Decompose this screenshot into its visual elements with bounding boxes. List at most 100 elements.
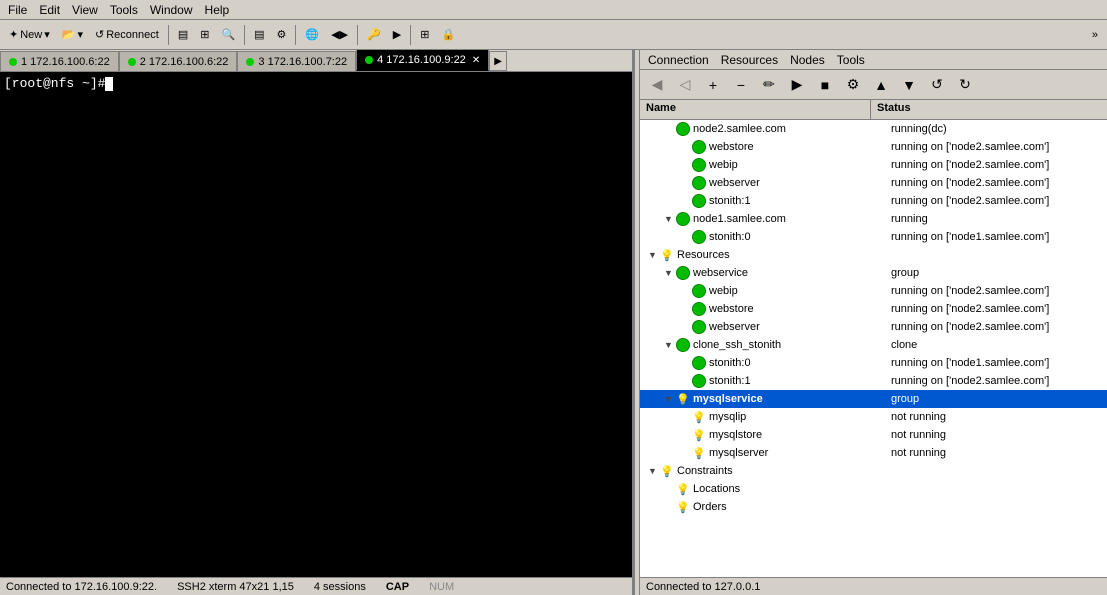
expand-arrow-icon[interactable]: ▼ [664, 394, 676, 404]
tab-label-4: 4 172.16.100.9:22 [377, 54, 466, 66]
green-circle-icon [692, 284, 706, 298]
tb-btn10[interactable]: ⊞ [415, 23, 434, 47]
green-circle-icon [676, 212, 690, 226]
tree-row[interactable]: 💡mysqlipnot running [640, 408, 1107, 426]
tree-row[interactable]: stonith:1running on ['node2.samlee.com'] [640, 192, 1107, 210]
tree-row[interactable]: ▼💡mysqlservicegroup [640, 390, 1107, 408]
tree-item-status: running on ['node2.samlee.com'] [887, 195, 1107, 207]
tb-btn5[interactable]: ⚙ [272, 23, 292, 47]
start-button[interactable]: ▶ [784, 73, 810, 97]
tree-item-status: running [887, 213, 1107, 225]
reconnect-button[interactable]: ↺ Reconnect [90, 23, 164, 47]
tb-btn8[interactable]: 🔑 [362, 23, 386, 47]
tree-header: Name Status [640, 100, 1107, 120]
tree-row[interactable]: 💡Orders [640, 498, 1107, 516]
green-circle-icon [692, 356, 706, 370]
add-button[interactable]: + [700, 73, 726, 97]
tree-item-name: webserver [709, 177, 760, 189]
tree-item-name: stonith:0 [709, 357, 751, 369]
tree-row[interactable]: webiprunning on ['node2.samlee.com'] [640, 282, 1107, 300]
green-circle-icon [692, 176, 706, 190]
new-button[interactable]: ✦ New ▾ [4, 23, 55, 47]
refresh2-button[interactable]: ↻ [952, 73, 978, 97]
expand-arrow-icon[interactable]: ▼ [664, 268, 676, 278]
action-button[interactable]: ⚙ [840, 73, 866, 97]
tree-row[interactable]: 💡Locations [640, 480, 1107, 498]
expand-arrow-icon[interactable]: ▼ [648, 250, 660, 260]
col-name: Name [640, 100, 871, 119]
tree-container[interactable]: node2.samlee.comrunning(dc)webstorerunni… [640, 120, 1107, 577]
terminal-prompt-line: [root@nfs ~]# [4, 76, 628, 91]
tree-row[interactable]: webserverrunning on ['node2.samlee.com'] [640, 318, 1107, 336]
tree-row[interactable]: ▼💡Resources [640, 246, 1107, 264]
tree-row[interactable]: stonith:0 running on ['node1.samlee.com'] [640, 354, 1107, 372]
menu-file[interactable]: File [2, 1, 33, 19]
separator4 [357, 25, 358, 45]
tb-btn9[interactable]: ▶ [388, 23, 406, 47]
tree-row[interactable]: ▼node1.samlee.comrunning [640, 210, 1107, 228]
cluster-menu-nodes[interactable]: Nodes [784, 51, 831, 69]
open-button[interactable]: 📂 ▾ [57, 23, 88, 47]
cluster-menu-tools[interactable]: Tools [831, 51, 871, 69]
menu-view[interactable]: View [66, 1, 104, 19]
lightbulb-icon: 💡 [660, 248, 674, 262]
tb-icon7: ◀▶ [331, 28, 348, 41]
ssh-info: SSH2 xterm 47x21 1,15 [177, 581, 294, 593]
edit-button[interactable]: ✏ [756, 73, 782, 97]
tb-btn4[interactable]: ▤ [249, 23, 269, 47]
tree-row[interactable]: ▼clone_ssh_stonithclone [640, 336, 1107, 354]
tree-row[interactable]: ▼webservicegroup [640, 264, 1107, 282]
remove-button[interactable]: − [728, 73, 754, 97]
menu-window[interactable]: Window [144, 1, 199, 19]
tab-2[interactable]: 2 172.16.100.6:22 [119, 51, 238, 71]
back-button[interactable]: ◀ [644, 73, 670, 97]
menu-help[interactable]: Help [199, 1, 236, 19]
tb-btn3[interactable]: 🔍 [216, 23, 240, 47]
tree-row[interactable]: webstorerunning on ['node2.samlee.com'] [640, 300, 1107, 318]
lightbulb-icon: 💡 [692, 410, 706, 424]
folder-icon: 📂 [62, 28, 76, 41]
tree-row[interactable]: 💡mysqlstorenot running [640, 426, 1107, 444]
tree-item-name: Orders [693, 501, 727, 513]
lightbulb-icon: 💡 [660, 464, 674, 478]
tree-row[interactable]: webserverrunning on ['node2.samlee.com'] [640, 174, 1107, 192]
tree-item-name: stonith:0 [709, 231, 751, 243]
back-icon: ◀ [652, 76, 663, 93]
cluster-menu-resources[interactable]: Resources [715, 51, 784, 69]
tree-row[interactable]: webiprunning on ['node2.samlee.com'] [640, 156, 1107, 174]
menu-edit[interactable]: Edit [33, 1, 66, 19]
green-circle-icon [692, 320, 706, 334]
tb-btn2[interactable]: ⊞ [195, 23, 214, 47]
prev-button[interactable]: ◁ [672, 73, 698, 97]
tree-row[interactable]: node2.samlee.comrunning(dc) [640, 120, 1107, 138]
expand-arrow-icon[interactable]: ▼ [664, 214, 676, 224]
tree-row[interactable]: stonith:1running on ['node2.samlee.com'] [640, 372, 1107, 390]
tab-scroll-right[interactable]: ▶ [489, 51, 507, 71]
tab-1[interactable]: 1 172.16.100.6:22 [0, 51, 119, 71]
tb-btn7[interactable]: ◀▶ [326, 23, 353, 47]
refresh-button[interactable]: ↺ [924, 73, 950, 97]
stop-button[interactable]: ■ [812, 73, 838, 97]
tree-item-status: running on ['node1.samlee.com'] [887, 357, 1107, 369]
expand-button[interactable]: » [1087, 23, 1103, 47]
up-button[interactable]: ▲ [868, 73, 894, 97]
tree-row[interactable]: stonith:0running on ['node1.samlee.com'] [640, 228, 1107, 246]
tree-item-name: webstore [709, 141, 754, 153]
tb-icon8: 🔑 [367, 28, 381, 41]
tb-btn1[interactable]: ▤ [173, 23, 193, 47]
tb-btn11[interactable]: 🔒 [436, 23, 460, 47]
terminal[interactable]: [root@nfs ~]# [0, 72, 632, 577]
expand-arrow-icon[interactable]: ▼ [664, 340, 676, 350]
tab-close-icon[interactable]: ✕ [472, 55, 480, 66]
cluster-menu-connection[interactable]: Connection [642, 51, 715, 69]
tab-3[interactable]: 3 172.16.100.7:22 [237, 51, 356, 71]
tab-4[interactable]: 4 172.16.100.9:22 ✕ [356, 50, 489, 71]
tree-row[interactable]: 💡mysqlservernot running [640, 444, 1107, 462]
tree-item-name: webserver [709, 321, 760, 333]
menu-tools[interactable]: Tools [104, 1, 144, 19]
tree-row[interactable]: ▼💡Constraints [640, 462, 1107, 480]
tree-row[interactable]: webstorerunning on ['node2.samlee.com'] [640, 138, 1107, 156]
down-button[interactable]: ▼ [896, 73, 922, 97]
expand-arrow-icon[interactable]: ▼ [648, 466, 660, 476]
tb-btn6[interactable]: 🌐 [300, 23, 324, 47]
